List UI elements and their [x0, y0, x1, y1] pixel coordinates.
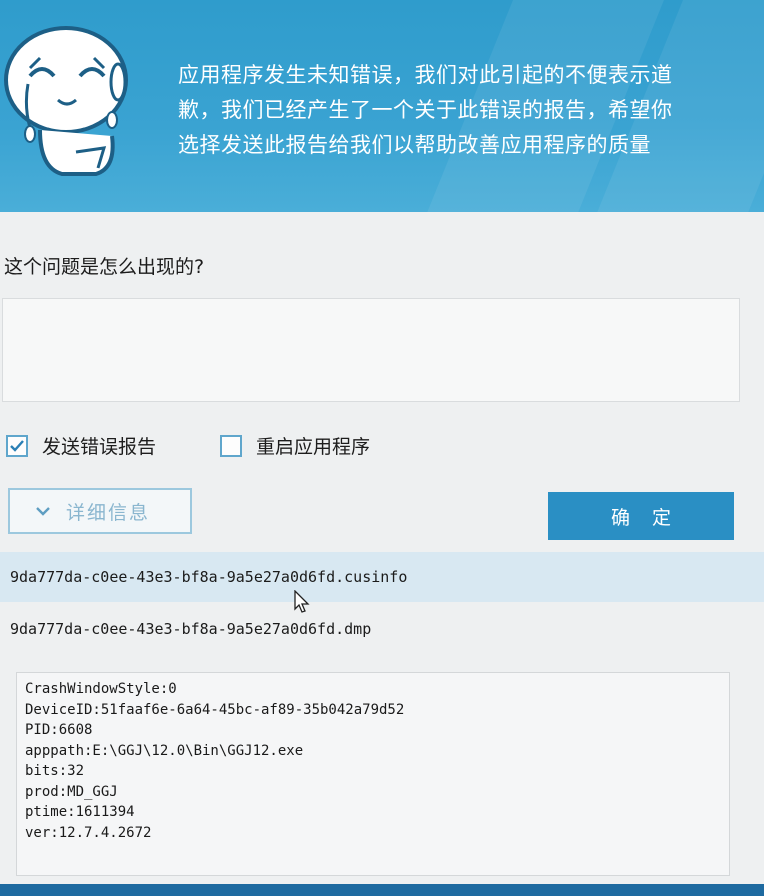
ok-button[interactable]: 确定 — [548, 492, 734, 540]
file-name: 9da777da-c0ee-43e3-bf8a-9a5e27a0d6fd.cus… — [10, 568, 408, 586]
problem-description-input[interactable] — [2, 298, 740, 402]
send-report-option[interactable]: 发送错误报告 — [6, 432, 156, 459]
error-message: 应用程序发生未知错误，我们对此引起的不便表示道 歉，我们已经产生了一个关于此错误… — [178, 58, 758, 163]
info-line: prod:MD_GGJ — [25, 783, 118, 800]
info-line: CrashWindowStyle:0 — [25, 681, 177, 697]
restart-app-option[interactable]: 重启应用程序 — [220, 432, 370, 459]
file-list-item[interactable]: 9da777da-c0ee-43e3-bf8a-9a5e27a0d6fd.cus… — [0, 552, 764, 602]
info-line: ptime:1611394 — [25, 804, 135, 820]
info-line: ver:12.7.4.2672 — [25, 824, 152, 841]
error-message-line: 选择发送此报告给我们以帮助改善应用程序的质量 — [178, 133, 651, 157]
info-line: PID:6608 — [25, 722, 93, 738]
restart-app-label: 重启应用程序 — [256, 436, 371, 458]
send-report-label: 发送错误报告 — [42, 436, 157, 458]
restart-app-checkbox[interactable] — [220, 434, 242, 457]
error-message-line: 歉，我们已经产生了一个关于此错误的报告，希望你 — [178, 98, 673, 122]
crying-face-icon — [4, 26, 128, 176]
info-line: DeviceID:51faaf6e-6a64-45bc-af89-35b042a… — [25, 701, 405, 718]
window-bottom-edge — [0, 884, 764, 896]
info-line: bits:32 — [25, 763, 85, 779]
checkmark-icon — [10, 439, 24, 452]
details-button[interactable]: 详细信息 — [8, 488, 192, 534]
crash-info-panel[interactable]: CrashWindowStyle:0 DeviceID:51faaf6e-6a6… — [16, 672, 730, 876]
error-message-line: 应用程序发生未知错误，我们对此引起的不便表示道 — [178, 63, 673, 87]
question-label: 这个问题是怎么出现的? — [4, 256, 205, 278]
crash-report-dialog: 应用程序发生未知错误，我们对此引起的不便表示道 歉，我们已经产生了一个关于此错误… — [0, 0, 764, 896]
details-button-label: 详细信息 — [66, 501, 151, 524]
send-report-checkbox[interactable] — [6, 434, 28, 457]
chevron-down-icon — [36, 507, 50, 516]
file-name: 9da777da-c0ee-43e3-bf8a-9a5e27a0d6fd.dmp — [10, 620, 372, 638]
header-banner: 应用程序发生未知错误，我们对此引起的不便表示道 歉，我们已经产生了一个关于此错误… — [0, 0, 764, 212]
info-line: apppath:E:\GGJ\12.0\Bin\GGJ12.exe — [25, 742, 304, 759]
file-list-item[interactable]: 9da777da-c0ee-43e3-bf8a-9a5e27a0d6fd.dmp — [0, 604, 764, 654]
mouse-cursor-icon — [294, 590, 310, 613]
